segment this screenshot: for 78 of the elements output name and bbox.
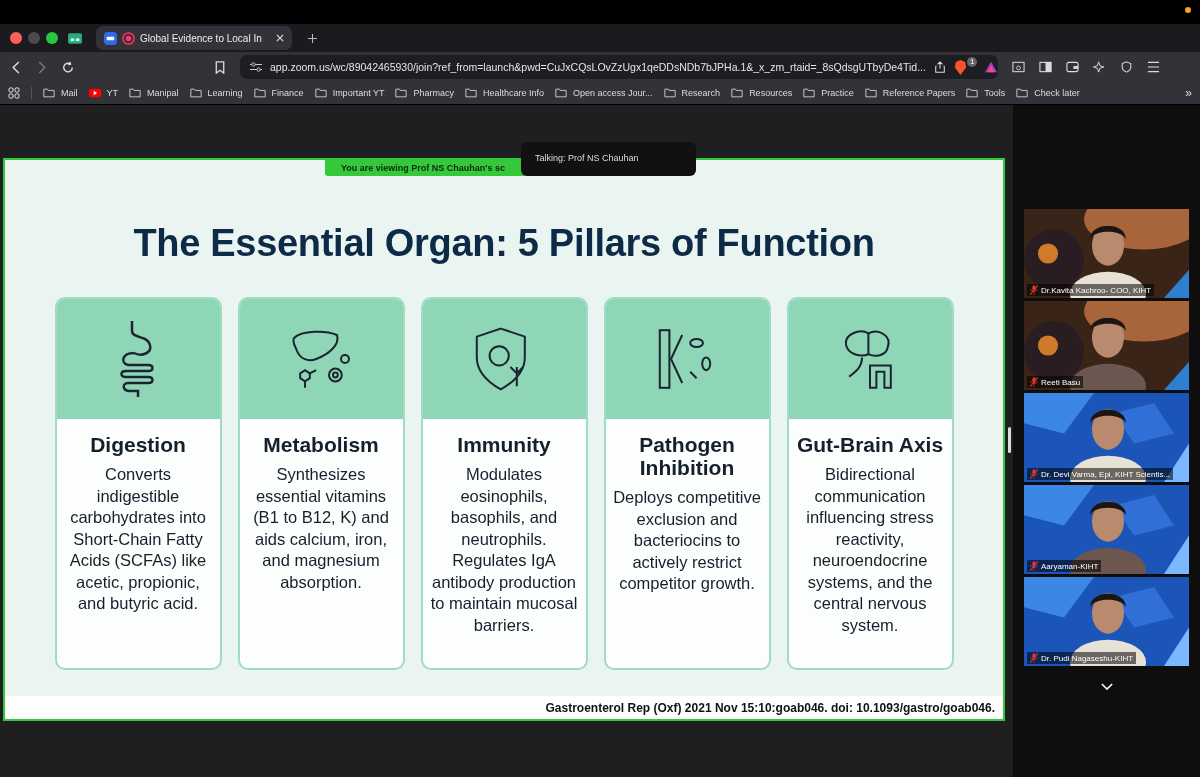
- folder-icon: [129, 88, 142, 98]
- bookmark-icon[interactable]: [214, 60, 226, 74]
- close-tab-icon[interactable]: [276, 34, 284, 42]
- folder-icon: [663, 88, 676, 98]
- slide-title: The Essential Organ: 5 Pillars of Function: [133, 222, 875, 265]
- resize-handle[interactable]: [1008, 427, 1011, 453]
- status-dot: [1185, 7, 1191, 13]
- back-icon[interactable]: [10, 60, 22, 74]
- bookmark-item[interactable]: Pharmacy: [395, 88, 454, 98]
- folder-icon: [189, 88, 202, 98]
- pillar-description: Converts indigestible carbohydrates into Short-Chain Fatty Acids (SCFAs) like acetic, propionic, and butyric acid.: [68, 464, 208, 614]
- reload-icon[interactable]: [62, 60, 74, 74]
- sparkle-icon[interactable]: [1093, 61, 1106, 73]
- pillar-title: Pathogen Inhibition: [638, 433, 736, 479]
- reader-mode-icon[interactable]: [1012, 61, 1025, 73]
- bookmark-item[interactable]: Learning: [189, 88, 243, 98]
- forward-icon[interactable]: [36, 60, 48, 74]
- pillar-title: Gut-Brain Axis: [795, 433, 945, 456]
- bookmark-item[interactable]: Open access Jour...: [555, 88, 653, 98]
- vpn-shield-icon[interactable]: [1120, 61, 1133, 73]
- pillar-title: Metabolism: [262, 433, 380, 456]
- bookmark-item[interactable]: Reference Papers: [864, 88, 956, 98]
- site-settings-icon: [250, 61, 262, 73]
- pillar-title: Digestion: [89, 433, 187, 456]
- pillar-description: Modulates eosinophils, basophils, and neutrophils. Regulates IgA antibody production to maintain mucosal barriers.: [429, 464, 579, 636]
- participant-name: Reeti Basu: [1027, 376, 1084, 388]
- citation-text: Gastroenterol Rep (Oxf) 2021 Nov 15:10:goab046. doi: 10.1093/gastro/goab046.: [545, 700, 995, 715]
- bookmark-item[interactable]: Finance: [253, 88, 304, 98]
- bookmark-item[interactable]: Check later: [1016, 88, 1080, 98]
- folder-icon: [395, 88, 408, 98]
- bookmark-item[interactable]: Important YT: [314, 88, 385, 98]
- sidebar-icon[interactable]: [1039, 61, 1052, 73]
- rewards-triangle-icon[interactable]: [985, 61, 998, 73]
- folder-icon: [966, 88, 979, 98]
- participant-name: Aaryaman-KIHT: [1027, 560, 1102, 572]
- bookmark-item[interactable]: YT: [88, 88, 119, 98]
- browser-tab[interactable]: Global Evidence to Local In: [96, 26, 292, 50]
- bookmark-item[interactable]: Resources: [731, 88, 793, 98]
- zoom-favicon-icon: [104, 31, 117, 45]
- bookmark-item[interactable]: Healthcare Info: [465, 88, 545, 98]
- talking-tooltip: Talking: Prof NS Chauhan: [521, 142, 696, 176]
- tab-groups-icon[interactable]: [68, 32, 82, 44]
- pillar-description: Bidirectional communication influencing stress reactivity, neuroendocrine systems, and the central nervous system.: [805, 464, 935, 636]
- address-field[interactable]: app.zoom.us/wc/89042465930/join?ref_from=launch&pwd=CuJxCQsLOvZzUgx1qeDDsNDb7bJPHa.1&_x_zm_rtaid=_8sQdsgUTbyDe4Tid... 1: [240, 55, 998, 79]
- bookmark-item[interactable]: Practice: [803, 88, 854, 98]
- maximize-button[interactable]: [46, 32, 58, 44]
- pillar-description: Deploys competitive exclusion and bacteriocins to actively restrict competitor growth.: [612, 487, 762, 594]
- wallet-icon[interactable]: [1066, 61, 1079, 73]
- participant-name: Dr. Pudi Nagaseshu-KIHT: [1027, 652, 1137, 664]
- folder-icon: [555, 88, 568, 98]
- bookmark-item[interactable]: Research: [663, 88, 721, 98]
- folder-icon: [1016, 88, 1029, 98]
- bookmark-item[interactable]: Manipal: [129, 88, 179, 98]
- more-bookmarks-button[interactable]: »: [1185, 86, 1192, 100]
- pillar-description: Synthesizes essential vitamins (B1 to B12, K) and aids calcium, iron, and magnesium absorption.: [252, 464, 390, 593]
- folder-icon: [465, 88, 477, 98]
- participant-name: Dr. Devi Varma, Epi, KIHT Scientis...: [1027, 468, 1174, 480]
- bookmark-item[interactable]: Mail: [43, 88, 78, 98]
- folder-icon: [803, 88, 816, 98]
- new-tab-icon[interactable]: [308, 33, 317, 43]
- participant-name: Dr.Kavita Kachroo- COO, KIHT: [1027, 284, 1155, 296]
- menu-icon[interactable]: [1147, 61, 1160, 73]
- tab-title: Global Evidence to Local In: [140, 32, 263, 44]
- share-icon[interactable]: [933, 61, 946, 73]
- folder-icon: [864, 88, 877, 98]
- close-window-button[interactable]: [10, 32, 22, 44]
- recording-icon: [122, 31, 135, 45]
- folder-icon: [314, 88, 327, 98]
- apps-grid-icon[interactable]: [8, 87, 20, 99]
- folder-icon: [731, 88, 744, 98]
- shield-count-badge: 1: [966, 57, 978, 67]
- bookmark-item[interactable]: Tools: [966, 88, 1006, 98]
- pillar-title: Immunity: [456, 433, 552, 456]
- video-play-icon: [88, 88, 101, 98]
- folder-icon: [43, 88, 55, 98]
- folder-icon: [253, 88, 266, 98]
- chevron-down-icon[interactable]: [1100, 683, 1113, 690]
- brave-shield-icon[interactable]: [953, 59, 967, 75]
